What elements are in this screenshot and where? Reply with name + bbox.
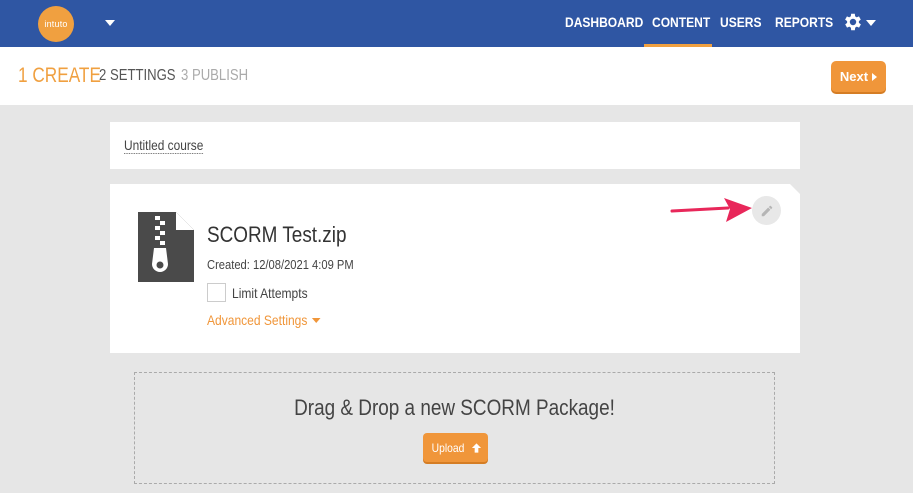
- scorm-drop-zone[interactable]: Drag & Drop a new SCORM Package! Upload: [134, 372, 775, 484]
- course-title[interactable]: Untitled course: [124, 137, 204, 154]
- edit-file-button[interactable]: [752, 196, 781, 225]
- limit-attempts-label[interactable]: Limit Attempts: [232, 285, 308, 301]
- upload-button[interactable]: Upload: [423, 433, 488, 462]
- step-settings[interactable]: 2 SETTINGS: [99, 47, 176, 105]
- next-button[interactable]: Next: [831, 61, 886, 92]
- caret-down-icon: [311, 317, 321, 323]
- step-publish[interactable]: 3 PUBLISH: [181, 47, 248, 105]
- step-bar: 1 CREATE 2 SETTINGS 3 PUBLISH Next: [0, 47, 913, 105]
- nav-dashboard[interactable]: DASHBOARD: [565, 0, 643, 47]
- intuto-logo[interactable]: intuto: [38, 6, 74, 42]
- caret-right-icon: [872, 72, 878, 81]
- top-navbar: intuto DASHBOARD CONTENT USERS REPORTS: [0, 0, 913, 47]
- course-title-card: Untitled course: [110, 122, 800, 169]
- advanced-settings-label: Advanced Settings: [207, 312, 308, 328]
- zip-file-icon: [138, 212, 194, 282]
- annotation-arrow-icon: [670, 198, 752, 222]
- nav-users[interactable]: USERS: [720, 0, 761, 47]
- limit-attempts-checkbox[interactable]: [207, 283, 226, 302]
- account-dropdown-caret-icon[interactable]: [105, 20, 115, 26]
- advanced-settings-link[interactable]: Advanced Settings: [207, 312, 321, 328]
- card-corner-fold: [790, 184, 800, 194]
- file-created-date: Created: 12/08/2021 4:09 PM: [207, 257, 354, 272]
- file-name: SCORM Test.zip: [207, 222, 347, 247]
- nav-content[interactable]: CONTENT: [652, 0, 710, 47]
- next-button-label: Next: [839, 69, 869, 84]
- nav-reports[interactable]: REPORTS: [775, 0, 833, 47]
- arrow-up-icon: [471, 442, 482, 453]
- step-create[interactable]: 1 CREATE: [18, 47, 101, 105]
- gear-icon[interactable]: [842, 11, 864, 33]
- pencil-icon: [761, 205, 772, 216]
- settings-dropdown-caret-icon[interactable]: [866, 20, 876, 26]
- drop-zone-text: Drag & Drop a new SCORM Package!: [294, 395, 615, 420]
- upload-button-label: Upload: [431, 440, 465, 455]
